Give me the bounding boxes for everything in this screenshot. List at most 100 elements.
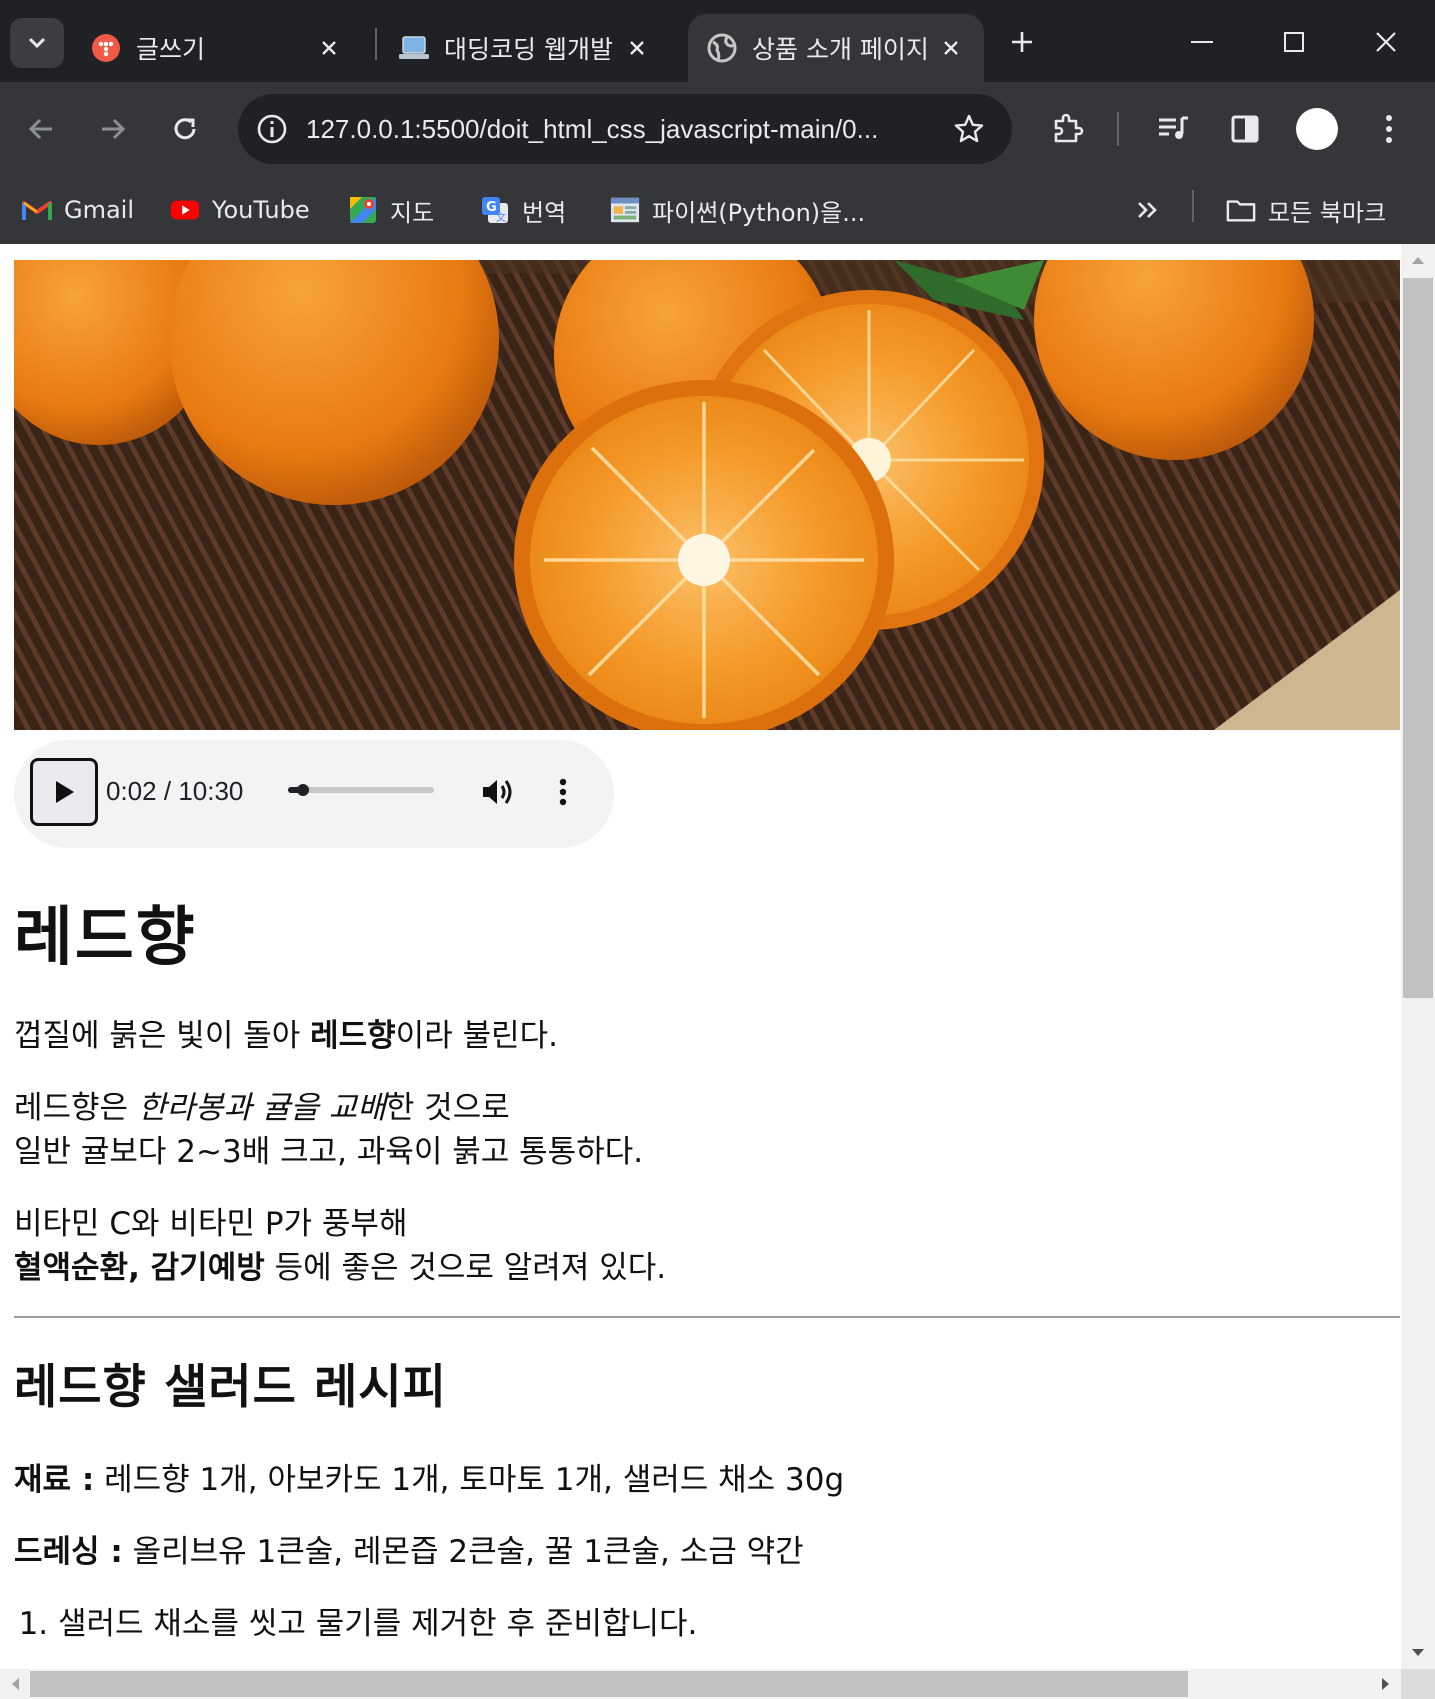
translate-icon: G文 bbox=[480, 195, 510, 225]
seek-bar-handle[interactable] bbox=[296, 784, 309, 796]
bookmark-translate[interactable]: G文 번역 bbox=[480, 190, 566, 230]
bookmark-label: Gmail bbox=[64, 196, 135, 224]
nutrition-paragraph: 비타민 C와 비타민 P가 풍부해혈액순환, 감기예방 등에 좋은 것으로 알려… bbox=[14, 1202, 1400, 1290]
browser-tab-2[interactable]: 대딩코딩 웹개발 bbox=[380, 14, 670, 82]
close-tab-icon[interactable] bbox=[622, 33, 652, 63]
dressing-paragraph: 드레싱 : 올리브유 1큰술, 레몬즙 2큰술, 꿀 1큰술, 소금 약간 bbox=[14, 1530, 1400, 1574]
minimize-button[interactable] bbox=[1172, 14, 1232, 70]
horizontal-scrollbar-thumb[interactable] bbox=[30, 1671, 1188, 1697]
tab-search-button[interactable] bbox=[10, 18, 64, 68]
section-divider bbox=[14, 1316, 1400, 1318]
origin-paragraph: 레드향은 한라봉과 귤을 교배한 것으로 일반 귤보다 2~3배 크고, 과육이 … bbox=[14, 1086, 1400, 1174]
intro-bold: 레드향 bbox=[310, 1018, 396, 1054]
minimize-icon bbox=[1191, 41, 1213, 43]
arrow-left-icon bbox=[28, 118, 52, 140]
recipe-steps: 샐러드 채소를 씻고 물기를 제거한 후 준비합니다. bbox=[14, 1602, 1400, 1646]
close-window-button[interactable] bbox=[1356, 14, 1416, 70]
bookmark-label: 파이썬(Python)을... bbox=[652, 198, 866, 227]
media-control-button[interactable] bbox=[1148, 104, 1198, 154]
bookmark-youtube[interactable]: YouTube bbox=[170, 190, 310, 230]
site-info-icon[interactable] bbox=[252, 109, 292, 149]
maps-icon bbox=[348, 195, 378, 225]
bookmark-python[interactable]: 파이썬(Python)을... bbox=[610, 190, 865, 230]
vertical-scrollbar-thumb[interactable] bbox=[1403, 278, 1433, 998]
back-button[interactable] bbox=[16, 104, 66, 154]
puzzle-icon bbox=[1054, 113, 1084, 143]
recipe-title: 레드향 샐러드 레시피 bbox=[14, 1360, 447, 1415]
time-separator: / bbox=[163, 776, 172, 806]
seek-bar[interactable] bbox=[288, 784, 434, 796]
play-button[interactable] bbox=[30, 758, 98, 826]
tab-title: 대딩코딩 웹개발 bbox=[444, 35, 613, 64]
scroll-right-arrow-icon[interactable] bbox=[1375, 1669, 1397, 1699]
globe-icon bbox=[706, 32, 738, 64]
bookmarks-divider bbox=[1192, 190, 1194, 222]
origin-line2: 일반 귤보다 2~3배 크고, 과육이 붉고 통통하다. bbox=[14, 1134, 644, 1170]
browser-toolbar: 127.0.0.1:5500/doit_html_css_javascript-… bbox=[0, 82, 1435, 176]
audio-time: 0:02 / 10:30 bbox=[106, 776, 243, 807]
close-tab-icon[interactable] bbox=[314, 33, 344, 63]
side-panel-button[interactable] bbox=[1220, 104, 1270, 154]
bookmarks-bar: Gmail YouTube 지도 G文 번역 파이썬(Python)을... 모… bbox=[0, 176, 1435, 244]
address-bar[interactable]: 127.0.0.1:5500/doit_html_css_javascript-… bbox=[238, 94, 1012, 164]
intro-paragraph: 껍질에 붉은 빛이 돌아 레드향이라 불린다. bbox=[14, 1014, 1400, 1058]
maximize-button[interactable] bbox=[1264, 14, 1324, 70]
dressing-text: 올리브유 1큰술, 레몬즙 2큰술, 꿀 1큰술, 소금 약간 bbox=[122, 1534, 804, 1570]
page-viewport: 0:02 / 10:30 레드향 껍질에 붉은 빛이 돌아 레드향이라 불린다.… bbox=[0, 244, 1401, 1669]
vertical-scrollbar[interactable] bbox=[1401, 244, 1435, 1669]
dressing-label: 드레싱 : bbox=[14, 1534, 123, 1570]
audio-options-button[interactable] bbox=[548, 770, 578, 814]
scroll-left-arrow-icon[interactable] bbox=[4, 1669, 26, 1699]
close-tab-icon[interactable] bbox=[936, 33, 966, 63]
scroll-down-arrow-icon[interactable] bbox=[1401, 1641, 1435, 1665]
tab-title: 글쓰기 bbox=[136, 35, 206, 64]
volume-button[interactable] bbox=[476, 770, 520, 814]
nutrition-line1: 비타민 C와 비타민 P가 풍부해 bbox=[14, 1206, 408, 1242]
url-text[interactable]: 127.0.0.1:5500/doit_html_css_javascript-… bbox=[306, 114, 916, 145]
reload-button[interactable] bbox=[160, 104, 210, 154]
recipe-step: 샐러드 채소를 씻고 물기를 제거한 후 준비합니다. bbox=[58, 1602, 1400, 1646]
audio-player: 0:02 / 10:30 bbox=[14, 740, 614, 848]
more-vertical-icon bbox=[559, 778, 567, 806]
svg-text:文: 文 bbox=[496, 211, 506, 224]
bookmark-maps[interactable]: 지도 bbox=[348, 190, 434, 230]
gmail-icon bbox=[22, 195, 52, 225]
browser-tab-active[interactable]: 상품 소개 페이지 bbox=[688, 14, 984, 82]
ingredients-label: 재료 : bbox=[14, 1462, 95, 1498]
page-thumbnail-icon bbox=[610, 195, 640, 225]
bookmarks-overflow-button[interactable] bbox=[1136, 190, 1160, 230]
page-content: 0:02 / 10:30 레드향 껍질에 붉은 빛이 돌아 레드향이라 불린다.… bbox=[14, 260, 1400, 1646]
scroll-up-arrow-icon[interactable] bbox=[1401, 248, 1435, 272]
bookmark-gmail[interactable]: Gmail bbox=[22, 190, 134, 230]
toolbar-divider bbox=[1117, 112, 1119, 146]
intro-text-end: 이라 불린다. bbox=[395, 1018, 558, 1054]
browser-tab-1[interactable]: 글쓰기 bbox=[72, 14, 362, 82]
product-image bbox=[14, 260, 1400, 730]
side-panel-icon bbox=[1231, 115, 1259, 143]
arrow-right-icon bbox=[102, 118, 126, 140]
laptop-icon bbox=[398, 32, 430, 64]
origin-text-end: 한 것으로 bbox=[385, 1090, 510, 1126]
profile-avatar[interactable] bbox=[1296, 108, 1338, 150]
duration: 10:30 bbox=[178, 776, 244, 806]
extensions-button[interactable] bbox=[1042, 104, 1092, 154]
bookmark-star-icon[interactable] bbox=[948, 108, 990, 150]
current-time: 0:02 bbox=[106, 776, 157, 806]
chevron-double-right-icon bbox=[1138, 202, 1157, 218]
chevron-down-icon bbox=[28, 37, 46, 49]
nutrition-bold: 혈액순환, 감기예방 bbox=[14, 1250, 265, 1286]
tab-title: 상품 소개 페이지 bbox=[752, 35, 929, 64]
intro-text: 껍질에 붉은 빛이 돌아 bbox=[14, 1018, 311, 1054]
maximize-icon bbox=[1284, 32, 1304, 52]
nutrition-text-end: 등에 좋은 것으로 알려져 있다. bbox=[264, 1250, 667, 1286]
bookmark-label: 번역 bbox=[522, 198, 567, 227]
tistory-icon bbox=[90, 32, 122, 64]
horizontal-scrollbar[interactable] bbox=[0, 1669, 1401, 1699]
bookmark-label: YouTube bbox=[212, 196, 310, 224]
ingredients-text: 레드향 1개, 아보카도 1개, 토마토 1개, 샐러드 채소 30g bbox=[94, 1462, 845, 1498]
new-tab-button[interactable] bbox=[1002, 20, 1042, 64]
forward-button[interactable] bbox=[88, 104, 138, 154]
all-bookmarks-button[interactable]: 모든 북마크 bbox=[1226, 190, 1386, 230]
browser-menu-button[interactable] bbox=[1364, 104, 1414, 154]
page-title: 레드향 bbox=[14, 901, 197, 975]
